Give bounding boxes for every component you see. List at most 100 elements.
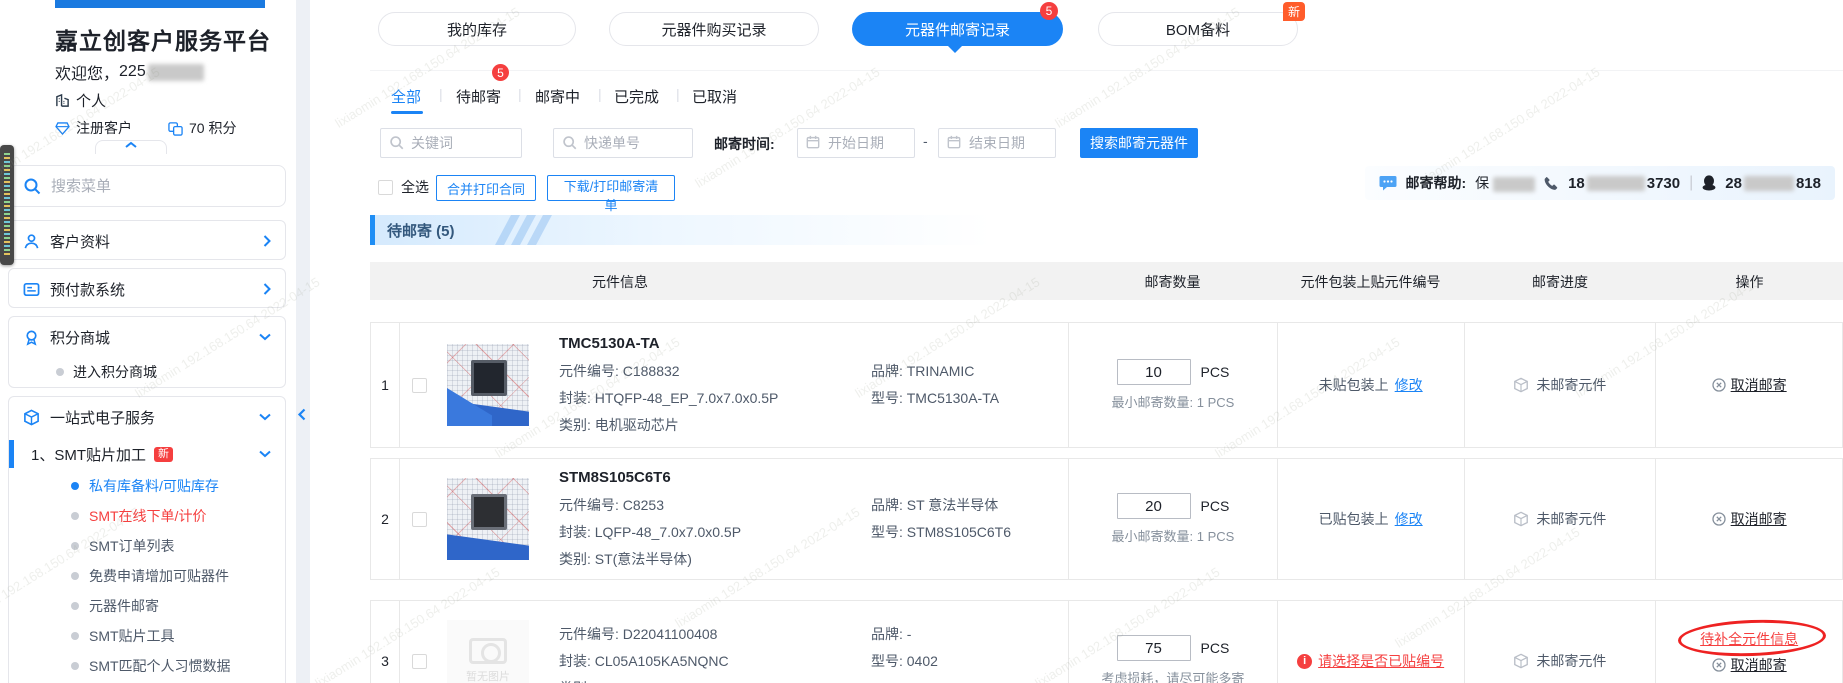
subtab-canceled[interactable]: 已取消 [692, 86, 737, 107]
table-row: 1 TMC5130A-TA 元件编号: C188832 品牌: TRINAMIC… [370, 322, 1843, 448]
cancel-mailing-label[interactable]: 取消邮寄 [1731, 375, 1787, 395]
tab-mailing-records[interactable]: 元器件邮寄记录 [852, 12, 1063, 46]
subtab-all[interactable]: 全部 [391, 86, 421, 107]
browser-extension-widget[interactable] [0, 145, 14, 265]
platform-title: 嘉立创客户服务平台 [55, 22, 271, 56]
sidebar-item-smt-habit-data[interactable]: SMT匹配个人习惯数据 [9, 651, 285, 681]
sidebar-item-smt-online-order[interactable]: SMT在线下单/计价 [9, 501, 285, 531]
sidebar-item-one-stop-service[interactable]: 一站式电子服务 [9, 397, 285, 437]
qq-prefix: 28 [1725, 175, 1742, 192]
brand: 品牌: TRINAMIC [871, 361, 974, 381]
cancel-mailing-action[interactable]: 取消邮寄 [1712, 509, 1787, 529]
menu-search-box[interactable] [8, 165, 286, 207]
part-number: 元件编号: C8253 [559, 495, 871, 515]
bullet-icon [71, 482, 79, 490]
col-header-mail-qty: 邮寄数量 [1068, 272, 1277, 292]
help-phone-number: 18 3730 [1568, 175, 1680, 192]
sidebar-header-collapse[interactable] [95, 140, 167, 154]
modify-link[interactable]: 修改 [1395, 509, 1423, 529]
qty-input[interactable] [1117, 493, 1191, 519]
subtab-done[interactable]: 已完成 [614, 86, 659, 107]
help-name-prefix: 保 [1475, 175, 1489, 191]
points-label: 70 积分 [189, 118, 236, 138]
sidebar-item-label: 私有库备料/可贴库存 [89, 476, 219, 496]
chevron-right-icon [263, 235, 271, 247]
sidebar-item-prepayment[interactable]: 预付款系统 [8, 268, 286, 308]
sidebar-item-label: SMT匹配个人习惯数据 [89, 656, 231, 676]
member-level-label: 注册客户 [76, 118, 132, 138]
sidebar-collapse-button[interactable] [297, 408, 306, 426]
cancel-mailing-label[interactable]: 取消邮寄 [1731, 655, 1787, 675]
cancel-mailing-label[interactable]: 取消邮寄 [1731, 509, 1787, 529]
active-indicator-bar [9, 440, 14, 468]
mail-time-label: 邮寄时间: [714, 134, 775, 154]
sidebar-item-free-apply-parts[interactable]: 免费申请增加可贴器件 [9, 561, 285, 591]
subtab-mailing[interactable]: 邮寄中 [535, 86, 580, 107]
row-checkbox[interactable] [412, 654, 427, 669]
package-sticker-cell: 已贴包装上 修改 [1277, 459, 1464, 579]
sidebar-item-label: 积分商城 [50, 327, 249, 348]
choose-sticker-warning-link[interactable]: 请选择是否已贴编号 [1318, 651, 1444, 671]
cube-icon [23, 409, 40, 426]
sticker-status: 未贴包装上 [1319, 375, 1389, 395]
component-photo [447, 344, 529, 426]
category: 类别: [559, 678, 591, 683]
progress-cell: 未邮寄元件 [1464, 323, 1656, 447]
bullet-icon [71, 512, 79, 520]
package-box-icon [1513, 377, 1529, 393]
complete-info-action[interactable]: 待补全元件信息 [1700, 629, 1798, 649]
component-details: STM8S105C6T6 元件编号: C8253 品牌: ST 意法半导体 封装… [559, 469, 1011, 569]
model: 型号: STM8S105C6T6 [871, 522, 1011, 542]
chat-bubble-icon [1379, 175, 1397, 191]
app-root: 嘉立创客户服务平台 欢迎您， 225 个人 注册客户 70 积分 [0, 0, 1843, 683]
modify-link[interactable]: 修改 [1395, 375, 1423, 395]
subtab-pending[interactable]: 待邮寄 [456, 86, 501, 107]
sidebar-item-label: 进入积分商城 [73, 362, 157, 382]
search-icon [23, 177, 41, 195]
bullet-icon [71, 602, 79, 610]
package-box-icon [1513, 653, 1529, 669]
redacted-username [148, 64, 204, 81]
col-header-component-info: 元件信息 [370, 272, 870, 292]
merge-print-contract-button[interactable]: 合并打印合同 [436, 175, 536, 201]
sidebar-item-smt-processing[interactable]: 1、SMT贴片加工 新 [9, 437, 285, 471]
row-checkbox[interactable] [412, 512, 427, 527]
subtab-pending-badge: 5 [492, 64, 509, 81]
sidebar-item-smt-tools[interactable]: SMT贴片工具 [9, 621, 285, 651]
tab-bom-stock[interactable]: BOM备料 [1098, 12, 1298, 46]
download-print-list-button[interactable]: 下载/打印邮寄清单 [547, 175, 675, 201]
subtab-separator: | [676, 86, 680, 102]
qty-input[interactable] [1117, 359, 1191, 385]
tab-my-stock[interactable]: 我的库存 [378, 12, 576, 46]
sidebar-item-private-stock[interactable]: 私有库备料/可贴库存 [9, 471, 285, 501]
sidebar-item-enter-points-mall[interactable]: 进入积分商城 [9, 357, 285, 387]
tab-purchase-records[interactable]: 元器件购买记录 [609, 12, 819, 46]
actions-cell: 待补全元件信息 取消邮寄 [1655, 601, 1842, 683]
red-circle-annotation [1678, 617, 1827, 658]
qty-unit: PCS [1201, 640, 1230, 656]
select-all-checkbox[interactable] [378, 180, 393, 195]
redacted-name [1493, 177, 1535, 192]
cancel-mailing-action[interactable]: 取消邮寄 [1712, 375, 1787, 395]
sidebar-item-smt-order-list[interactable]: SMT订单列表 [9, 531, 285, 561]
welcome-text: 欢迎您， 225 [55, 60, 204, 84]
help-qq-number: 28 818 [1725, 175, 1821, 192]
sidebar-collapse-rail [296, 0, 310, 683]
sidebar-item-customer-info[interactable]: 客户资料 [8, 220, 286, 260]
select-all-control: 全选 [378, 177, 429, 197]
qty-unit: PCS [1201, 498, 1230, 514]
sidebar-item-points-mall[interactable]: 积分商城 [9, 317, 285, 357]
sidebar-top-blue-bar [55, 0, 265, 8]
sidebar-item-component-mailing[interactable]: 元器件邮寄 [9, 591, 285, 621]
row-checkbox[interactable] [412, 378, 427, 393]
cancel-mailing-action[interactable]: 取消邮寄 [1712, 655, 1787, 675]
chip-image [471, 494, 507, 530]
welcome-user: 225 [119, 63, 146, 81]
tab-label: BOM备料 [1166, 19, 1230, 40]
bullet-icon [71, 572, 79, 580]
tracking-filter [553, 128, 693, 158]
qty-input[interactable] [1117, 635, 1191, 661]
menu-search-input[interactable] [51, 178, 271, 195]
search-mail-components-button[interactable]: 搜索邮寄元器件 [1080, 128, 1198, 158]
tab-label: 元器件邮寄记录 [905, 19, 1010, 40]
